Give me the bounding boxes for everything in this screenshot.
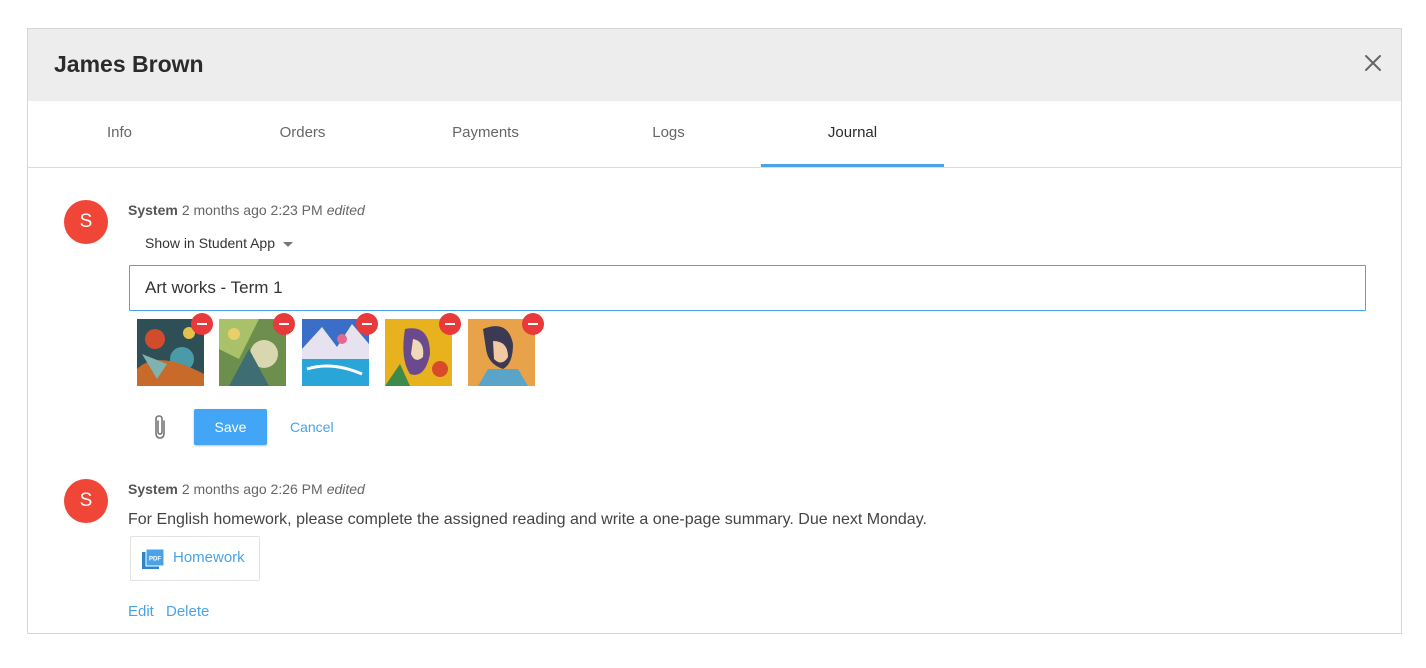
paperclip-icon[interactable] [151, 414, 169, 440]
student-modal: James Brown Info Orders Payments Logs Jo… [27, 28, 1402, 634]
entry-meta: System 2 months ago 2:23 PM edited [128, 202, 365, 218]
artwork-thumbnail-4[interactable] [385, 313, 461, 386]
caret-down-icon [283, 241, 293, 247]
artwork-thumbnail-3[interactable] [302, 313, 378, 386]
remove-icon[interactable] [522, 313, 544, 335]
artwork-thumbnail-2[interactable] [219, 313, 295, 386]
tab-orders[interactable]: Orders [211, 101, 394, 165]
attachment-label: Homework [173, 549, 245, 566]
remove-icon[interactable] [439, 313, 461, 335]
artwork-thumbnail-1[interactable] [137, 313, 213, 386]
close-icon[interactable] [1361, 51, 1385, 75]
svg-text:PDF: PDF [149, 557, 161, 563]
remove-icon[interactable] [191, 313, 213, 335]
cancel-button[interactable]: Cancel [290, 419, 334, 435]
tab-bar: Info Orders Payments Logs Journal [28, 101, 1401, 168]
save-button[interactable]: Save [194, 409, 267, 445]
tab-info[interactable]: Info [28, 101, 211, 165]
modal-title: James Brown [54, 51, 204, 77]
delete-link[interactable]: Delete [166, 603, 209, 620]
entry-text: For English homework, please complete th… [128, 511, 927, 528]
remove-icon[interactable] [356, 313, 378, 335]
entry-time: 2 months ago 2:23 PM [181, 202, 323, 218]
entry-time: 2 months ago 2:26 PM [181, 481, 323, 497]
visibility-label: Show in Student App [145, 235, 275, 251]
remove-icon[interactable] [273, 313, 295, 335]
avatar: S [64, 479, 108, 523]
visibility-dropdown[interactable]: Show in Student App [145, 235, 293, 251]
entry-edited: edited [326, 202, 365, 218]
entry-author: System [128, 481, 178, 497]
homework-attachment[interactable]: PDF Homework [130, 536, 260, 581]
tab-logs[interactable]: Logs [577, 101, 760, 165]
entry-meta: System 2 months ago 2:26 PM edited [128, 481, 365, 497]
entry-edited: edited [326, 481, 365, 497]
edit-link[interactable]: Edit [128, 603, 154, 620]
entry-author: System [128, 202, 178, 218]
modal-header: James Brown [28, 29, 1401, 101]
avatar: S [64, 200, 108, 244]
journal-entry-input[interactable] [129, 265, 1366, 311]
artwork-thumbnail-5[interactable] [468, 313, 544, 386]
tab-payments[interactable]: Payments [394, 101, 577, 165]
tab-journal[interactable]: Journal [761, 101, 944, 167]
pdf-icon: PDF [142, 549, 164, 569]
